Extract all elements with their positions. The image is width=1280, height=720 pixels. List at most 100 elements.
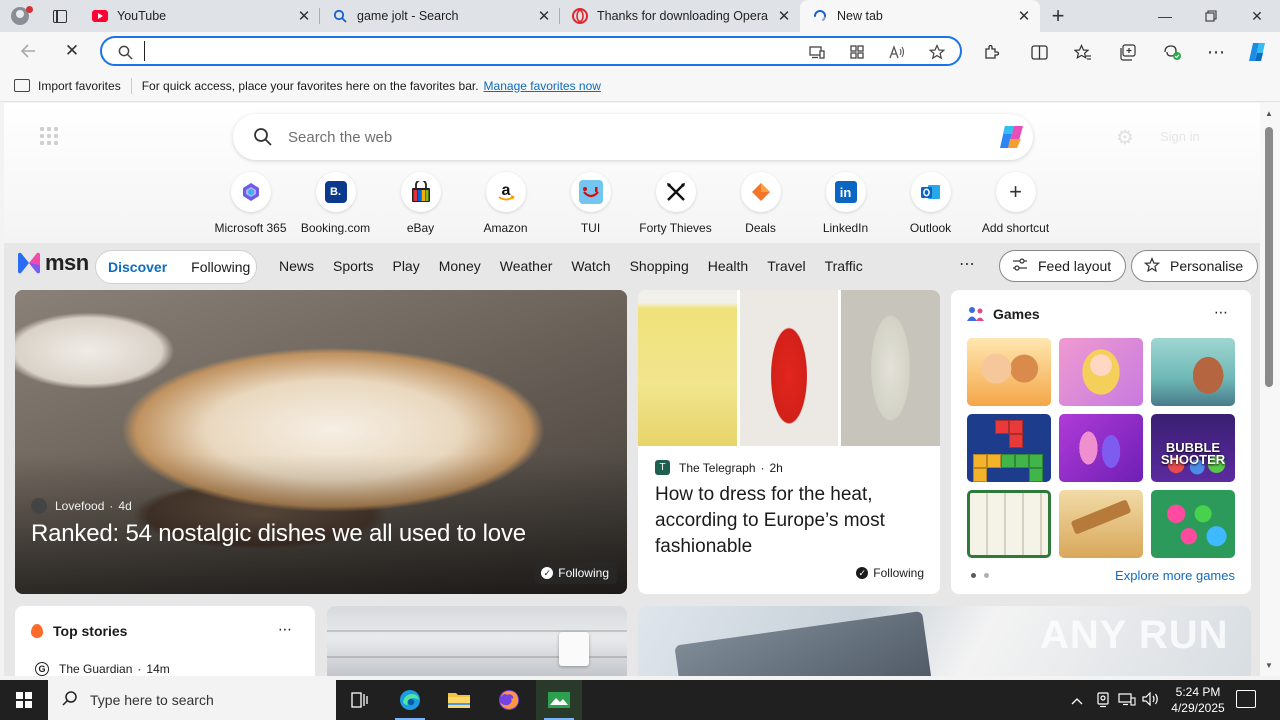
games-pager[interactable] bbox=[971, 573, 989, 578]
taskbar-search-box[interactable]: Type here to search bbox=[48, 680, 336, 720]
nav-shopping[interactable]: Shopping bbox=[630, 258, 689, 274]
taskbar-firefox[interactable] bbox=[486, 680, 532, 720]
nav-travel[interactable]: Travel bbox=[767, 258, 805, 274]
games-more-icon[interactable]: ⋯ bbox=[1214, 304, 1229, 321]
device-icon[interactable] bbox=[808, 43, 826, 61]
manage-favorites-link[interactable]: Manage favorites now bbox=[484, 79, 601, 93]
split-screen-icon[interactable] bbox=[1027, 40, 1051, 64]
read-aloud-icon[interactable] bbox=[888, 43, 906, 61]
restore-button[interactable] bbox=[1188, 0, 1234, 32]
address-input[interactable] bbox=[144, 41, 784, 61]
hero-article-card[interactable]: Lovefood · 4d Ranked: 54 nostalgic dishe… bbox=[15, 290, 627, 594]
shortcut-linkedin[interactable]: in LinkedIn bbox=[803, 172, 888, 235]
shortcut-deals[interactable]: Deals bbox=[718, 172, 803, 235]
nav-play[interactable]: Play bbox=[392, 258, 419, 274]
nav-sports[interactable]: Sports bbox=[333, 258, 373, 274]
taskbar-file-explorer[interactable] bbox=[436, 680, 482, 720]
personalise-button[interactable]: Personalise bbox=[1131, 250, 1259, 282]
tab-discover[interactable]: Discover bbox=[108, 259, 167, 275]
explore-more-games-link[interactable]: Explore more games bbox=[1115, 568, 1235, 583]
task-view-button[interactable] bbox=[337, 680, 383, 720]
close-window-button[interactable]: ✕ bbox=[1234, 0, 1280, 32]
feed-layout-button[interactable]: Feed layout bbox=[999, 250, 1127, 282]
shortcut-outlook[interactable]: Outlook bbox=[888, 172, 973, 235]
notification-center-icon[interactable] bbox=[1236, 690, 1256, 708]
game-tile-bubble-shooter[interactable]: BUBBLE SHOOTER bbox=[1151, 414, 1235, 482]
game-tile-cooking[interactable] bbox=[967, 338, 1051, 406]
stop-loading-button[interactable]: ✕ bbox=[58, 38, 86, 64]
tab-new-tab[interactable]: New tab ✕ bbox=[800, 0, 1040, 32]
import-favorites-button[interactable]: Import favorites bbox=[14, 79, 121, 93]
nav-health[interactable]: Health bbox=[708, 258, 748, 274]
taskbar-edge[interactable] bbox=[387, 680, 433, 720]
taskbar-app-green[interactable] bbox=[536, 680, 582, 720]
nav-news[interactable]: News bbox=[279, 258, 314, 274]
profile-button[interactable] bbox=[0, 0, 40, 32]
scroll-up-icon[interactable]: ▲ bbox=[1265, 109, 1273, 118]
nav-weather[interactable]: Weather bbox=[500, 258, 553, 274]
msn-logo[interactable]: msn bbox=[16, 250, 89, 276]
sign-in-button[interactable]: Sign in bbox=[1160, 129, 1200, 144]
device-tray-icon[interactable] bbox=[1096, 692, 1110, 711]
settings-more-icon[interactable]: ⋯ bbox=[1204, 40, 1228, 64]
shortcut-tui[interactable]: TUI bbox=[548, 172, 633, 235]
game-tile-wood-screw[interactable] bbox=[1059, 490, 1143, 558]
app-launcher-icon[interactable] bbox=[40, 127, 58, 145]
following-badge[interactable]: ✓ Following bbox=[856, 566, 924, 580]
top-stories-more-icon[interactable]: ⋯ bbox=[278, 621, 293, 638]
telegraph-article-title[interactable]: How to dress for the heat, according to … bbox=[655, 482, 925, 560]
pager-dot-active[interactable] bbox=[971, 573, 976, 578]
tab-following[interactable]: Following bbox=[191, 259, 250, 275]
hero-article-title[interactable]: Ranked: 54 nostalgic dishes we all used … bbox=[31, 520, 526, 548]
more-nav-icon[interactable]: ⋯ bbox=[959, 254, 976, 274]
game-tile-block-puzzle[interactable] bbox=[967, 414, 1051, 482]
apps-icon[interactable] bbox=[848, 43, 866, 61]
tab-youtube[interactable]: YouTube ✕ bbox=[80, 0, 320, 32]
network-icon[interactable] bbox=[1118, 692, 1136, 709]
scrollbar-thumb[interactable] bbox=[1265, 127, 1273, 387]
shortcut-amazon[interactable]: a Amazon bbox=[463, 172, 548, 235]
close-tab-icon[interactable]: ✕ bbox=[296, 8, 312, 25]
extensions-icon[interactable] bbox=[979, 40, 1003, 64]
shortcut-microsoft-365[interactable]: Microsoft 365 bbox=[208, 172, 293, 235]
close-tab-icon[interactable]: ✕ bbox=[776, 8, 792, 25]
shortcut-forty-thieves[interactable]: Forty Thieves bbox=[633, 172, 718, 235]
shortcut-booking[interactable]: B. Booking.com bbox=[293, 172, 378, 235]
nav-watch[interactable]: Watch bbox=[571, 258, 610, 274]
new-tab-button[interactable]: + bbox=[1040, 0, 1076, 32]
copilot-icon[interactable] bbox=[997, 122, 1027, 152]
game-tile-doctor[interactable] bbox=[1151, 338, 1235, 406]
web-search-input[interactable] bbox=[288, 126, 948, 148]
address-bar[interactable] bbox=[100, 36, 962, 66]
volume-icon[interactable] bbox=[1142, 691, 1160, 709]
web-search-box[interactable] bbox=[233, 114, 1033, 160]
game-tile-dress-up[interactable] bbox=[1059, 338, 1143, 406]
tab-game-jolt-search[interactable]: game jolt - Search ✕ bbox=[320, 0, 560, 32]
page-settings-icon[interactable]: ⚙ bbox=[1116, 125, 1138, 149]
shortcut-ebay[interactable]: eBay bbox=[378, 172, 463, 235]
browser-essentials-icon[interactable] bbox=[1160, 40, 1184, 64]
minimize-button[interactable]: — bbox=[1142, 0, 1188, 32]
favorites-icon[interactable] bbox=[1071, 40, 1095, 64]
shortcut-add[interactable]: + Add shortcut bbox=[973, 172, 1058, 235]
game-tile-jewels[interactable] bbox=[1151, 490, 1235, 558]
tab-actions-button[interactable] bbox=[40, 0, 80, 32]
close-tab-icon[interactable]: ✕ bbox=[1016, 8, 1032, 25]
nav-money[interactable]: Money bbox=[439, 258, 481, 274]
start-button[interactable] bbox=[0, 680, 48, 720]
show-hidden-icons-chevron-icon[interactable] bbox=[1071, 692, 1083, 708]
tab-opera[interactable]: Thanks for downloading Opera ✕ bbox=[560, 0, 800, 32]
taskbar-clock[interactable]: 5:24 PM 4/29/2025 bbox=[1164, 684, 1232, 716]
garage-article-card[interactable] bbox=[327, 606, 627, 676]
scroll-down-icon[interactable]: ▼ bbox=[1265, 661, 1273, 670]
favorite-star-icon[interactable] bbox=[928, 43, 946, 61]
close-tab-icon[interactable]: ✕ bbox=[536, 8, 552, 25]
pager-dot[interactable] bbox=[984, 573, 989, 578]
game-tile-makeup[interactable] bbox=[1059, 414, 1143, 482]
game-tile-mahjong[interactable] bbox=[967, 490, 1051, 558]
page-scrollbar[interactable]: ▲ ▼ bbox=[1260, 103, 1280, 676]
collections-icon[interactable] bbox=[1116, 40, 1140, 64]
back-button[interactable] bbox=[14, 38, 42, 64]
telegraph-article-card[interactable]: T The Telegraph · 2h How to dress for th… bbox=[638, 290, 940, 594]
copilot-icon[interactable] bbox=[1245, 40, 1269, 64]
